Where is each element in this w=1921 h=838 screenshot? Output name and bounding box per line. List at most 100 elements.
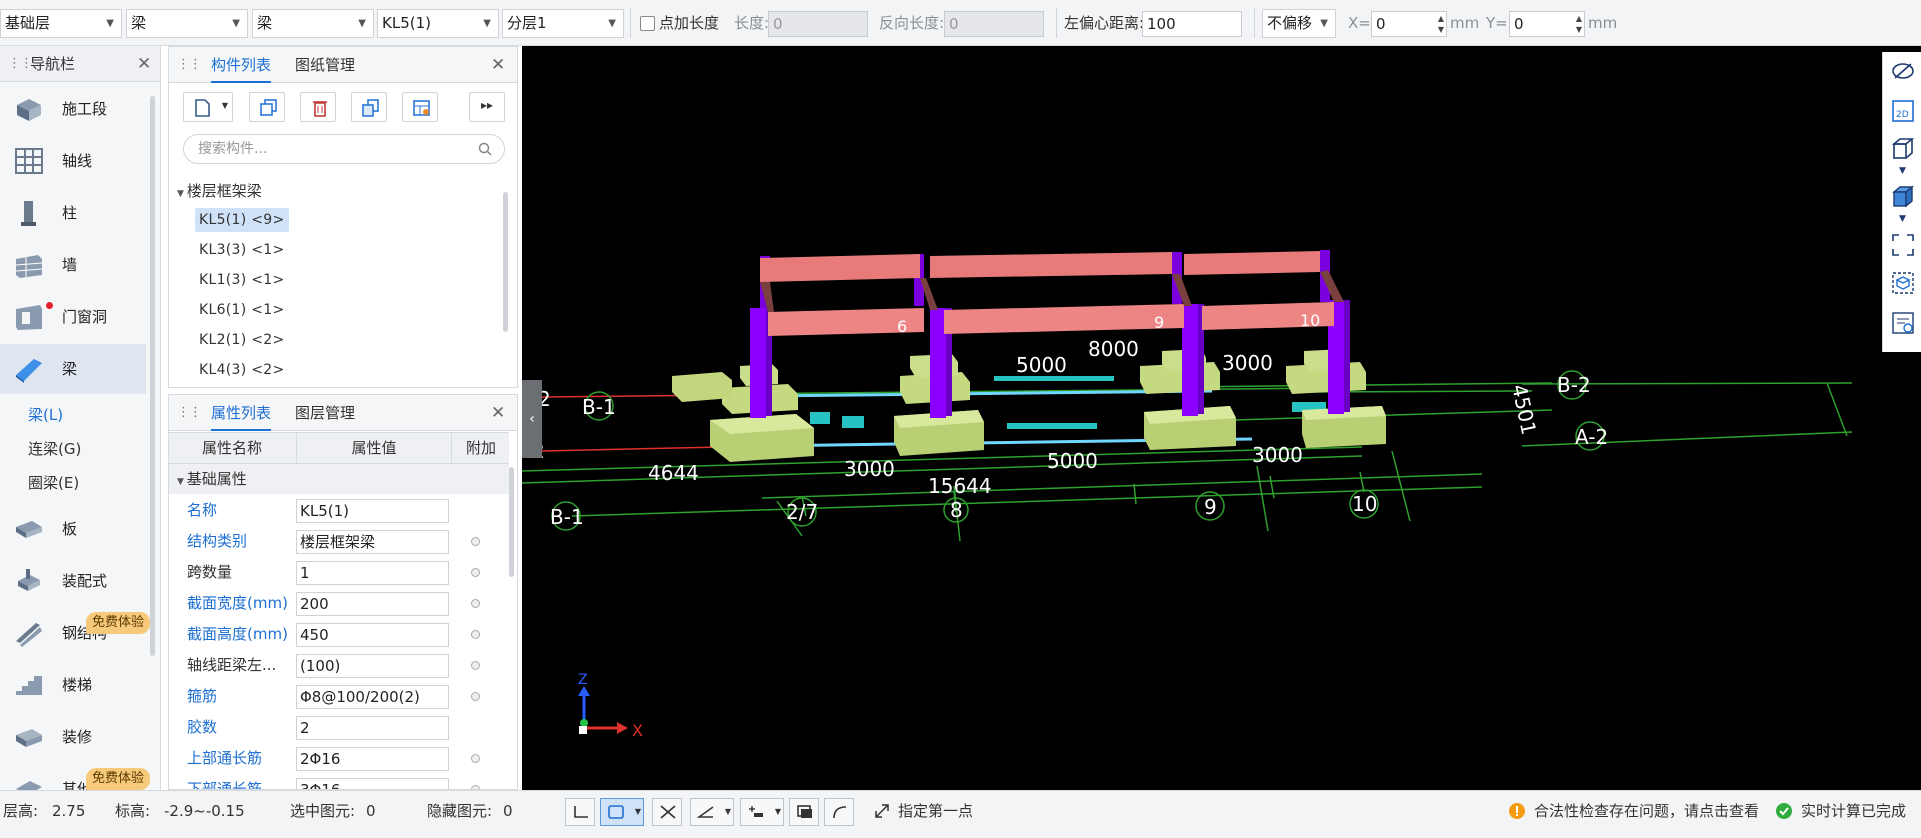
attach-checkbox[interactable] [471,630,480,639]
model-view[interactable]: B-1 B-1 B-2 A-2 2 2 2/7 8 9 10 6 9 10 46… [522,46,1921,790]
nav-item-stair[interactable]: 楼梯 [0,660,146,710]
arc-tool-button[interactable] [824,798,854,826]
attach-checkbox[interactable] [471,754,480,763]
y-input[interactable]: 0 ▲ ▼ [1509,11,1585,37]
tab-layer-management[interactable]: 图层管理 [295,395,355,431]
spinner-icon[interactable]: ▲ ▼ [1576,13,1582,35]
sub-item-beam-l[interactable]: 梁(L) [28,404,63,426]
element-name-select[interactable]: KL5(1) ▼ [377,9,499,38]
expand-caret-icon[interactable]: ▼ [177,477,187,487]
nav-item-axis[interactable]: 轴线 [0,136,146,186]
drag-handle-icon[interactable]: ⋮⋮ [177,405,202,420]
angle-snap-button[interactable]: ▼ [690,798,734,826]
sub-item-ring-beam[interactable]: 圈梁(E) [28,472,79,494]
tab-property-list[interactable]: 属性列表 [211,395,272,431]
property-value-input[interactable]: (100) [296,654,449,678]
tree-item-kl3[interactable]: KL3(3) <1> [195,238,289,262]
attach-checkbox[interactable] [471,661,480,670]
offset-input[interactable]: 100 [1142,11,1242,37]
tab-component-list[interactable]: 构件列表 [211,47,272,83]
fullscreen-icon[interactable] [1890,232,1916,258]
attach-checkbox[interactable] [471,599,480,608]
copy-component-button[interactable] [249,92,285,122]
nav-item-prefab[interactable]: 装配式 [0,556,146,606]
property-value-input[interactable]: 2 [296,716,449,740]
solid-box-icon[interactable] [1890,184,1916,210]
nav-item-column[interactable]: 柱 [0,188,146,238]
warning-icon[interactable] [1508,802,1526,820]
chevron-down-icon[interactable]: ▼ [1899,214,1906,224]
drag-handle-icon[interactable]: ⋮⋮ [177,57,202,72]
view-settings-icon[interactable] [1890,310,1916,336]
duplicate-layer-button[interactable] [351,92,387,122]
close-icon[interactable]: ✕ [491,47,505,83]
component-list-scrollbar[interactable] [503,192,508,332]
x-label: X= [1348,14,1371,32]
nav-item-beam[interactable]: 梁 [0,344,146,394]
x-input[interactable]: 0 ▲ ▼ [1371,11,1447,37]
component-search-input[interactable]: 搜索构件... [183,134,505,164]
element-type-select[interactable]: 梁 ▼ [126,9,248,38]
point-length-checkbox[interactable] [640,16,655,31]
sub-item-coupling-beam[interactable]: 连梁(G) [28,438,81,460]
dimension-input-button[interactable]: ▼ [740,798,784,826]
tree-item-kl6[interactable]: KL6(1) <1> [195,298,289,322]
nav-scrollbar[interactable] [150,96,155,656]
tab-drawing-management[interactable]: 图纸管理 [295,47,355,83]
attach-checkbox[interactable] [471,537,480,546]
property-value-input[interactable]: Φ8@100/200(2) [296,685,449,709]
3d-box-icon[interactable] [1890,136,1916,162]
nav-item-construction-stage[interactable]: 施工段 [0,84,146,134]
property-value-input[interactable]: KL5(1) [296,499,449,523]
tree-item-kl4[interactable]: KL4(3) <2> [195,358,289,382]
2d-view-icon[interactable]: 2D [1890,98,1916,124]
drag-handle-icon[interactable]: ⋮⋮ [8,56,33,71]
free-trial-badge[interactable]: 免费体验 [86,768,151,790]
tree-item-kl5[interactable]: KL5(1) <9> [195,208,289,232]
expand-caret-icon[interactable]: ▼ [177,189,187,199]
close-icon[interactable]: ✕ [491,395,505,431]
tree-group-frame-beam[interactable]: ▼ 楼层框架梁 [177,180,262,205]
property-value-input[interactable]: 3Φ16 [296,778,449,789]
zoom-fit-icon[interactable] [1890,270,1916,296]
property-value-input[interactable]: 1 [296,561,449,585]
property-group-basic[interactable]: ▼ 基础属性 [169,464,509,494]
component-attribute-button[interactable] [402,92,438,122]
nav-item-wall[interactable]: 墙 [0,240,146,290]
property-value-input[interactable]: 200 [296,592,449,616]
tree-item-kl2[interactable]: KL2(1) <2> [195,328,289,352]
property-scrollbar[interactable] [509,467,514,577]
spinner-icon[interactable]: ▲ ▼ [1438,13,1444,35]
reverse-length-input[interactable]: 0 [944,11,1044,37]
free-trial-badge[interactable]: 免费体验 [86,612,151,634]
new-component-button[interactable]: ▼ [183,92,233,122]
delete-component-button[interactable] [300,92,336,122]
validation-warning-link[interactable]: 合法性检查存在问题，请点击查看 [1534,791,1759,831]
collapse-panel-button[interactable]: ‹ [522,380,542,458]
orthogonal-button[interactable] [565,798,595,826]
offset-mode-select[interactable]: 不偏移 ▼ [1262,9,1336,38]
close-icon[interactable]: ✕ [137,46,151,82]
dim-5000-a: 5000 [1047,449,1098,473]
floor-select[interactable]: 基础层 ▼ [0,9,122,38]
drawing-viewport[interactable]: B-1 B-1 B-2 A-2 2 2 2/7 8 9 10 6 9 10 46… [522,46,1921,790]
attach-checkbox[interactable] [471,568,480,577]
nav-item-door-window[interactable]: 门窗洞 [0,292,146,342]
attach-checkbox[interactable] [471,692,480,701]
property-value-input[interactable]: 2Φ16 [296,747,449,771]
object-snap-button[interactable]: ▼ [600,798,644,826]
tree-item-kl1[interactable]: KL1(3) <1> [195,268,289,292]
search-icon[interactable] [478,142,492,156]
length-input[interactable]: 0 [768,11,868,37]
nav-item-decoration[interactable]: 装修 [0,712,146,762]
nav-item-slab[interactable]: 板 [0,504,146,554]
property-value-input[interactable]: 楼层框架梁 [296,530,449,554]
display-toggle-button[interactable] [789,798,819,826]
layer-select[interactable]: 分层1 ▼ [502,9,624,38]
property-value-input[interactable]: 450 [296,623,449,647]
orbit-icon[interactable] [1890,58,1916,84]
more-tools-button[interactable]: ▸▸ [469,92,505,122]
cross-snap-button[interactable] [652,798,682,826]
chevron-down-icon[interactable]: ▼ [1899,166,1906,176]
element-subtype-select[interactable]: 梁 ▼ [252,9,374,38]
